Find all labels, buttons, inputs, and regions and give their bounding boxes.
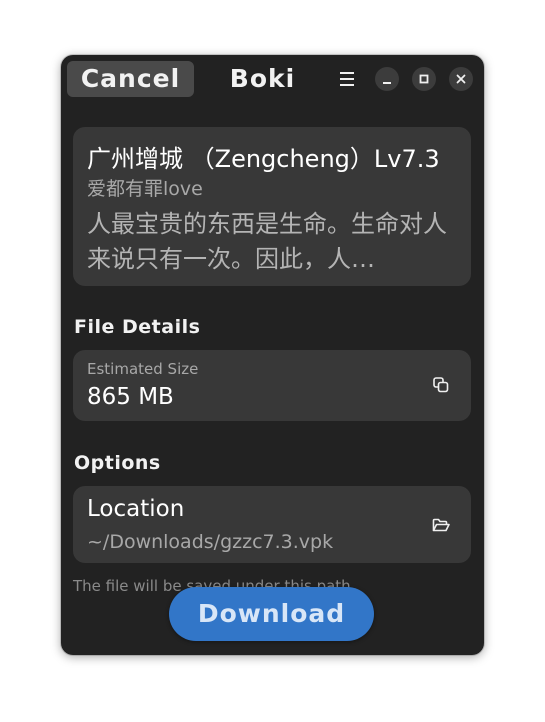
hamburger-menu-icon <box>340 72 354 74</box>
cancel-button[interactable]: Cancel <box>67 61 194 97</box>
menu-button[interactable] <box>333 67 361 91</box>
header-bar: Cancel Boki <box>61 55 484 103</box>
location-label: Location <box>87 496 185 522</box>
estimated-size-value: 865 MB <box>87 384 174 410</box>
choose-folder-button[interactable] <box>429 513 453 537</box>
window-title: Boki <box>229 64 296 93</box>
package-title: 广州增城 （Zengcheng）Lv7.3 <box>87 145 440 173</box>
download-button[interactable]: Download <box>169 587 374 641</box>
dialog-window: Cancel Boki 广州增城 （Zengcheng）Lv7.3 爱都有罪lo… <box>61 55 484 655</box>
copy-icon <box>433 377 449 393</box>
package-info-card: 广州增城 （Zengcheng）Lv7.3 爱都有罪love 人最宝贵的东西是生… <box>73 127 471 286</box>
minimize-button[interactable] <box>375 67 399 91</box>
minimize-icon <box>383 82 391 84</box>
hamburger-menu-icon <box>340 84 354 86</box>
hamburger-menu-icon <box>340 78 354 80</box>
copy-button[interactable] <box>429 373 453 397</box>
estimated-size-row: Estimated Size 865 MB <box>73 350 471 421</box>
options-heading: Options <box>74 452 161 474</box>
close-button[interactable] <box>449 67 473 91</box>
package-description: 人最宝贵的东西是生命。生命对人来说只有一次。因此，人… <box>87 210 447 273</box>
estimated-size-label: Estimated Size <box>87 360 199 378</box>
file-details-heading: File Details <box>74 316 201 338</box>
location-row[interactable]: Location ~/Downloads/gzzc7.3.vpk <box>73 486 471 563</box>
maximize-button[interactable] <box>412 67 436 91</box>
folder-open-icon <box>432 518 450 532</box>
location-path: ~/Downloads/gzzc7.3.vpk <box>87 531 334 553</box>
maximize-icon <box>419 74 429 84</box>
close-icon <box>456 74 466 84</box>
package-author: 爱都有罪love <box>87 178 203 200</box>
